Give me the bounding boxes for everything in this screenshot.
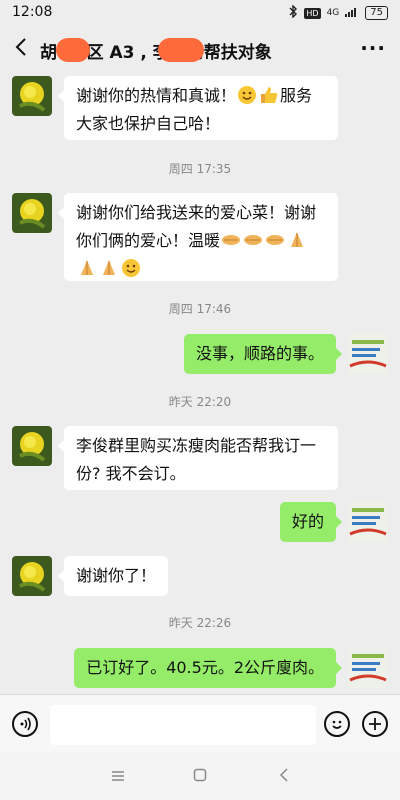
time-label: 昨天 22:26 xyxy=(168,616,232,630)
status-icons: HD 4G 75 xyxy=(288,4,388,21)
nav-back-button[interactable] xyxy=(272,764,296,788)
message-text: 已订好了。40.5元。2公斤廋肉。 xyxy=(86,658,324,677)
input-bar xyxy=(0,694,400,753)
home-icon xyxy=(193,767,207,786)
message-text: 谢谢你的热情和真诚！ xyxy=(76,86,237,105)
contact-avatar[interactable] xyxy=(12,426,52,466)
time-label: 周四 17:35 xyxy=(168,162,232,176)
smile-emoji-icon xyxy=(121,258,141,278)
contact-avatar[interactable] xyxy=(12,193,52,233)
contact-avatar[interactable] xyxy=(12,76,52,116)
message-text: 好的 xyxy=(291,512,324,531)
chat-header: 胡 10区 A3 , 李俊的帮扶对象 ··· xyxy=(0,26,400,72)
back-arrow-icon xyxy=(14,37,28,61)
emoji-button[interactable] xyxy=(324,711,350,737)
add-button[interactable] xyxy=(362,711,388,737)
status-bar: 12:08 HD 4G 75 xyxy=(0,0,400,26)
back-button[interactable] xyxy=(8,36,34,62)
message-text: 没事，顺路的事。 xyxy=(195,344,324,363)
pray-emoji-icon xyxy=(99,258,119,278)
redaction-mark xyxy=(158,38,204,62)
handshake-emoji-icon xyxy=(265,230,285,250)
thumbs-up-emoji-icon xyxy=(259,85,279,105)
time-label: 昨天 22:20 xyxy=(168,395,232,409)
message-text: 李俊群里购买冻瘦肉能否帮我订一份? 我不会订。 xyxy=(76,436,317,483)
message-input[interactable] xyxy=(50,705,316,745)
message-bubble-sent[interactable]: 好的 xyxy=(279,502,343,542)
message-bubble-received[interactable]: 李俊群里购买冻瘦肉能否帮我订一份? 我不会订。 xyxy=(58,426,338,490)
message-bubble-sent[interactable]: 已订好了。40.5元。2公斤廋肉。 xyxy=(74,648,342,688)
network-label: 4G xyxy=(326,8,340,18)
nav-menu-button[interactable] xyxy=(106,764,130,788)
pray-emoji-icon xyxy=(77,258,97,278)
handshake-emoji-icon xyxy=(221,230,241,250)
time-label: 周四 17:46 xyxy=(168,302,232,316)
redaction-mark xyxy=(56,38,90,62)
status-time: 12:08 xyxy=(12,4,53,20)
voice-icon xyxy=(18,716,34,736)
smile-emoji-icon xyxy=(237,85,257,105)
my-avatar[interactable] xyxy=(348,648,388,688)
message-bubble-received[interactable]: 谢谢你的热情和真诚！ 服务大家也保护自己哈！ xyxy=(58,76,338,140)
my-avatar[interactable] xyxy=(348,334,388,374)
add-icon xyxy=(367,716,383,736)
menu-icon xyxy=(111,767,125,786)
bluetooth-icon xyxy=(288,4,298,21)
voice-button[interactable] xyxy=(12,711,38,737)
emoji-icon xyxy=(329,716,345,736)
system-nav-bar xyxy=(0,752,400,800)
message-text: 谢谢你了！ xyxy=(76,566,157,585)
pray-emoji-icon xyxy=(287,230,307,250)
message-bubble-received[interactable]: 谢谢你们给我送来的爱心菜！谢谢你们俩的爱心！温暖 xyxy=(58,193,338,281)
message-bubble-sent[interactable]: 没事，顺路的事。 xyxy=(183,334,343,374)
battery-indicator: 75 xyxy=(365,6,388,20)
signal-icon xyxy=(345,6,359,20)
message-bubble-received[interactable]: 谢谢你了！ xyxy=(57,556,169,596)
more-button[interactable]: ··· xyxy=(360,38,386,58)
contact-avatar[interactable] xyxy=(12,556,52,596)
handshake-emoji-icon xyxy=(243,230,263,250)
nav-home-button[interactable] xyxy=(188,764,212,788)
my-avatar[interactable] xyxy=(348,502,388,542)
hd-badge: HD xyxy=(304,7,321,19)
nav-back-icon xyxy=(279,767,289,786)
more-dots-icon: ··· xyxy=(360,36,386,60)
